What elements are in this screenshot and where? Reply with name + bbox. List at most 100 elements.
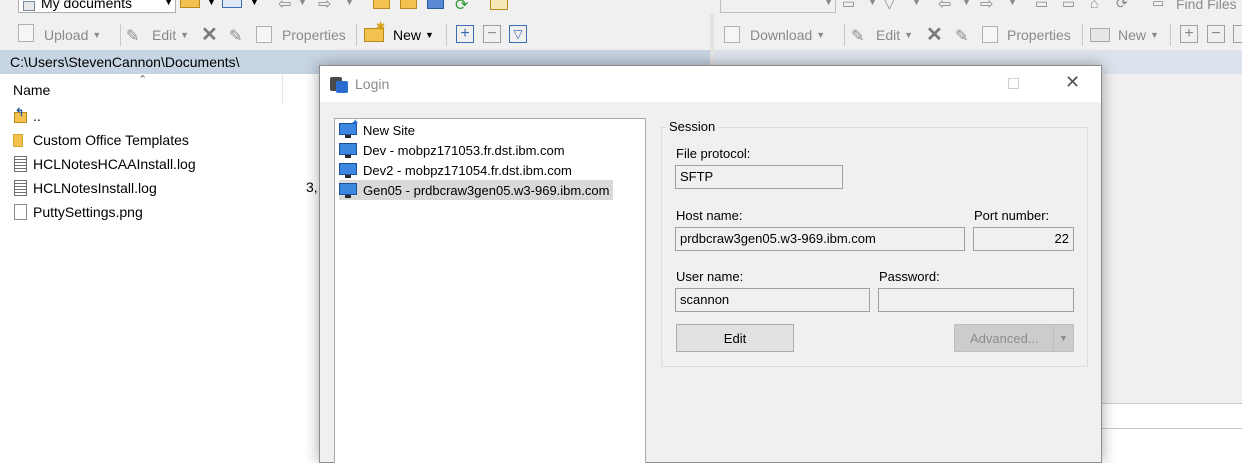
delete-icon[interactable]: ✕ (926, 22, 943, 47)
root-dir-icon[interactable] (400, 0, 417, 9)
toolbar-divider (1170, 24, 1171, 46)
toolbar-divider (356, 24, 357, 46)
edit-icon: ✎ (851, 28, 865, 45)
unselect-minus-icon[interactable]: − (1207, 25, 1225, 43)
site-label: Dev2 - mobpz171054.fr.dst.ibm.com (363, 162, 572, 178)
file-row[interactable]: ↰ .. (14, 105, 41, 127)
select-plus-icon[interactable]: + (1180, 25, 1198, 43)
home-icon[interactable]: ⌂ (1090, 0, 1098, 11)
file-row[interactable]: HCLNotesInstall.log (14, 177, 157, 199)
open-folder-icon[interactable] (180, 0, 200, 8)
site-label: Gen05 - prdbcraw3gen05.w3-969.ibm.com (363, 182, 610, 198)
new-button[interactable]: New ▼ (393, 24, 434, 46)
edit-session-button[interactable]: Edit (676, 324, 794, 352)
chevron-down-icon[interactable]: ▼ (425, 30, 434, 40)
chevron-down-icon[interactable]: ▼ (207, 0, 216, 7)
edit-icon: ✎ (126, 28, 140, 45)
chevron-down-icon[interactable]: ▼ (1053, 325, 1073, 351)
chevron-down-icon[interactable]: ▼ (180, 30, 189, 40)
forward-icon[interactable]: ⇨ (318, 0, 331, 14)
file-name: HCLNotesInstall.log (33, 180, 157, 196)
delete-icon[interactable]: ✕ (201, 22, 218, 47)
computer-icon (339, 161, 359, 179)
file-row[interactable]: HCLNotesHCAAInstall.log (14, 153, 196, 175)
sort-ascending-icon: ⌃ (138, 74, 148, 86)
site-item-new-site[interactable]: ✦ New Site (339, 118, 419, 140)
upload-icon (18, 24, 34, 42)
site-item-gen05[interactable]: Gen05 - prdbcraw3gen05.w3-969.ibm.com (339, 180, 614, 200)
site-item-dev[interactable]: Dev - mobpz171053.fr.dst.ibm.com (339, 140, 569, 160)
site-tree[interactable]: ✦ New Site Dev - mobpz171053.fr.dst.ibm.… (334, 118, 646, 463)
filter-select-icon[interactable]: ▽ (509, 25, 527, 43)
user-name-field[interactable]: scannon (675, 288, 870, 312)
download-button[interactable]: Download ▼ (750, 24, 825, 46)
remote-panel-area (1102, 74, 1242, 403)
dialog-title: Login (355, 76, 390, 92)
edit-button[interactable]: Edit ▼ (152, 24, 189, 46)
chevron-down-icon[interactable]: ▼ (298, 0, 307, 7)
file-name: Custom Office Templates (33, 132, 189, 148)
unselect-minus-icon[interactable]: − (483, 25, 501, 43)
filter-select-icon[interactable] (1233, 25, 1242, 43)
new-button[interactable]: New ▼ (1118, 24, 1159, 46)
chevron-down-icon[interactable]: ▼ (824, 0, 833, 7)
file-row[interactable]: Custom Office Templates (13, 129, 189, 151)
maximize-icon[interactable] (1008, 78, 1019, 89)
rename-icon[interactable]: ✎ (955, 26, 968, 46)
file-protocol-select[interactable]: SFTP (675, 165, 843, 189)
close-icon[interactable]: ✕ (1065, 72, 1080, 93)
remote-location-combo[interactable]: ▼ (720, 0, 836, 13)
host-name-field[interactable]: prdbcraw3gen05.w3-969.ibm.com (675, 227, 965, 251)
select-plus-icon[interactable]: + (456, 25, 474, 43)
properties-button[interactable]: Properties (1007, 24, 1071, 46)
properties-label: Properties (1007, 27, 1071, 43)
open-folder-icon[interactable]: ▭ (842, 0, 855, 12)
parent-dir-icon[interactable]: ▭ (1035, 0, 1048, 12)
location-text: My documents (41, 0, 133, 11)
sync-browse-icon[interactable] (490, 0, 508, 10)
back-icon[interactable]: ⇦ (938, 0, 951, 14)
column-header-name[interactable]: ⌃ Name (0, 74, 283, 104)
properties-button[interactable]: Properties (282, 24, 346, 46)
refresh-icon[interactable]: ⟳ (455, 0, 468, 15)
file-row[interactable]: PuttySettings.png (14, 201, 143, 223)
dialog-titlebar[interactable]: Login ✕ (320, 66, 1101, 102)
refresh-icon[interactable]: ⟳ (1116, 0, 1128, 12)
chevron-down-icon[interactable]: ▼ (962, 0, 971, 7)
filter-icon[interactable]: ▽ (884, 0, 895, 12)
location-combo[interactable]: My documents ▼ (18, 0, 176, 13)
advanced-button[interactable]: Advanced... ▼ (954, 324, 1074, 352)
parent-folder-icon: ↰ (14, 107, 28, 124)
chevron-down-icon[interactable]: ▼ (904, 30, 913, 40)
password-field[interactable] (878, 288, 1074, 312)
chevron-down-icon[interactable]: ▼ (816, 30, 825, 40)
forward-icon[interactable]: ⇨ (980, 0, 993, 14)
chevron-down-icon[interactable]: ▼ (912, 0, 921, 7)
site-item-dev2[interactable]: Dev2 - mobpz171054.fr.dst.ibm.com (339, 160, 576, 180)
find-files-icon[interactable]: ▭ (1152, 0, 1164, 11)
filter-icon[interactable] (222, 0, 242, 8)
rename-icon[interactable]: ✎ (229, 26, 242, 46)
port-number-field[interactable]: 22 (973, 227, 1074, 251)
edit-button[interactable]: Edit ▼ (876, 24, 913, 46)
folder-icon (13, 132, 28, 148)
chevron-down-icon[interactable]: ▼ (1150, 30, 1159, 40)
chevron-down-icon[interactable]: ▼ (92, 30, 101, 40)
upload-label: Upload (44, 27, 89, 43)
new-site-icon: ✦ (339, 118, 359, 139)
chevron-down-icon[interactable]: ▼ (164, 0, 173, 7)
chevron-down-icon[interactable]: ▼ (250, 0, 259, 7)
download-label: Download (750, 27, 813, 43)
root-dir-icon[interactable]: ▭ (1062, 0, 1075, 12)
chevron-down-icon[interactable]: ▼ (868, 0, 877, 7)
file-name: .. (33, 108, 41, 124)
find-files-label[interactable]: Find Files (1176, 0, 1237, 12)
file-name: PuttySettings.png (33, 204, 143, 220)
upload-button[interactable]: Upload ▼ (44, 24, 101, 46)
back-icon[interactable]: ⇦ (278, 0, 291, 14)
chevron-down-icon[interactable]: ▼ (345, 0, 354, 7)
chevron-down-icon[interactable]: ▼ (1008, 0, 1017, 7)
user-name-label: User name: (676, 269, 744, 284)
parent-dir-icon[interactable] (373, 0, 390, 9)
home-icon[interactable] (427, 0, 444, 9)
